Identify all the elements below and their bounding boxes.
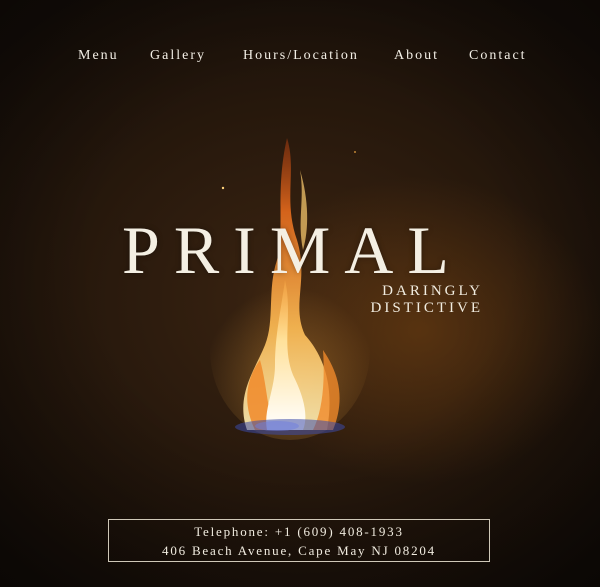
tagline-line-2: DISTICTIVE xyxy=(370,300,483,316)
brand-title: PRIMAL xyxy=(122,212,463,288)
tagline-line-1: DARINGLY xyxy=(382,283,483,299)
contact-info-box: Telephone: +1 (609) 408-1933 406 Beach A… xyxy=(108,519,490,562)
top-navigation: Menu Gallery Hours/Location About Contac… xyxy=(0,48,600,68)
nav-item-contact[interactable]: Contact xyxy=(469,48,527,64)
address: 406 Beach Avenue, Cape May NJ 08204 xyxy=(162,543,436,558)
nav-item-menu[interactable]: Menu xyxy=(78,48,119,64)
nav-item-hours-location[interactable]: Hours/Location xyxy=(243,48,359,64)
nav-item-about[interactable]: About xyxy=(394,48,439,64)
nav-item-gallery[interactable]: Gallery xyxy=(150,48,206,64)
phone-number[interactable]: Telephone: +1 (609) 408-1933 xyxy=(109,522,489,541)
